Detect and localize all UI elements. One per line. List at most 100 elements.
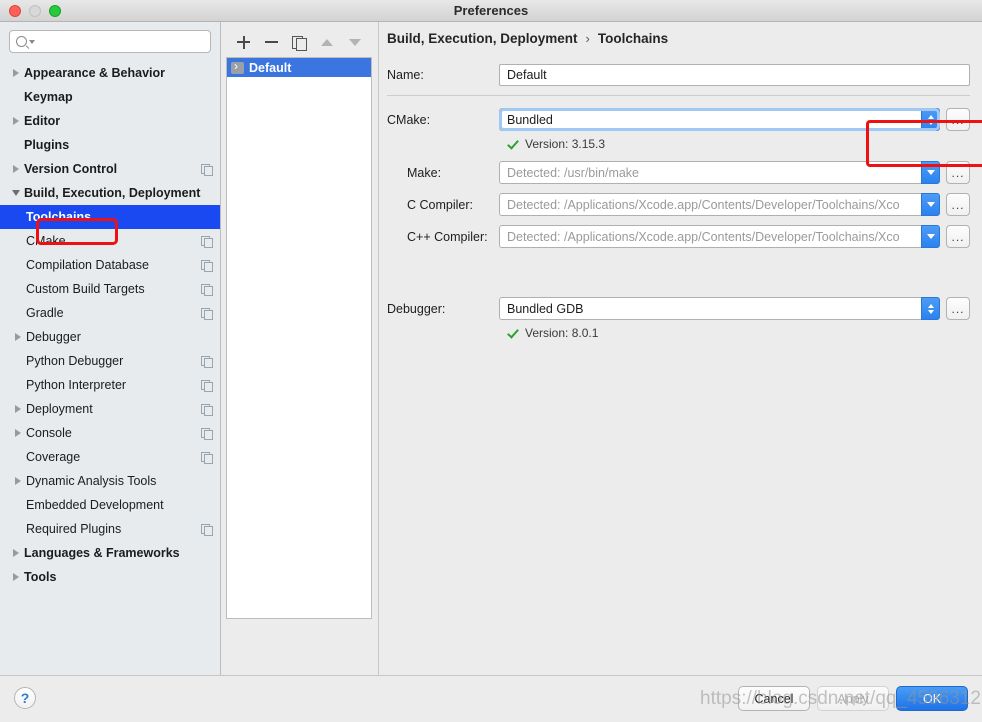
cmake-browse-button[interactable]: ... bbox=[946, 108, 970, 131]
name-row: Name: Default bbox=[387, 64, 970, 86]
apply-button[interactable]: Apply bbox=[817, 686, 889, 711]
cmake-spinner-button[interactable] bbox=[921, 108, 940, 131]
debugger-browse-button[interactable]: ... bbox=[946, 297, 970, 320]
make-browse-button[interactable]: ... bbox=[946, 161, 970, 184]
cmake-value[interactable]: Bundled bbox=[499, 108, 921, 131]
dialog-body: Appearance & Behavior Keymap Editor Plugins… bbox=[0, 22, 982, 675]
chevron-down-icon[interactable] bbox=[8, 190, 24, 196]
chevron-right-icon[interactable] bbox=[8, 69, 24, 77]
sidebar-item-build-execution-deployment[interactable]: Build, Execution, Deployment bbox=[0, 181, 220, 205]
chevron-right-icon[interactable] bbox=[10, 405, 26, 413]
help-button[interactable]: ? bbox=[14, 687, 36, 709]
breadcrumb-root[interactable]: Build, Execution, Deployment bbox=[387, 31, 578, 46]
chevron-right-icon[interactable] bbox=[8, 573, 24, 581]
copy-settings-icon bbox=[201, 307, 213, 320]
sidebar-item-gradle[interactable]: Gradle bbox=[0, 301, 220, 325]
debugger-spinner-button[interactable] bbox=[921, 297, 940, 320]
toolchain-toolbar bbox=[226, 30, 378, 54]
window-title: Preferences bbox=[453, 3, 529, 18]
list-item[interactable]: Default bbox=[227, 58, 371, 77]
chevron-down-icon bbox=[927, 120, 934, 125]
copy-settings-icon bbox=[201, 427, 213, 440]
sidebar-item-plugins[interactable]: Plugins bbox=[0, 133, 220, 157]
search-input[interactable] bbox=[39, 33, 204, 50]
sidebar-item-label: Appearance & Behavior bbox=[24, 66, 166, 80]
debugger-row: Debugger: Bundled GDB ... bbox=[387, 297, 970, 320]
cpp-compiler-combo[interactable]: Detected: /Applications/Xcode.app/Conten… bbox=[499, 225, 940, 248]
sidebar-item-debugger[interactable]: Debugger bbox=[0, 325, 220, 349]
sidebar-item-appearance-behavior[interactable]: Appearance & Behavior bbox=[0, 61, 220, 85]
sidebar-item-editor[interactable]: Editor bbox=[0, 109, 220, 133]
sidebar-item-label: Gradle bbox=[26, 306, 64, 320]
copy-settings-icon bbox=[201, 355, 213, 368]
chevron-right-icon[interactable] bbox=[10, 477, 26, 485]
sidebar-item-label: Toolchains bbox=[26, 210, 92, 224]
zoom-button[interactable] bbox=[49, 4, 61, 17]
sidebar-item-label: Console bbox=[26, 426, 72, 440]
search-box[interactable] bbox=[9, 30, 211, 53]
sidebar-item-languages-frameworks[interactable]: Languages & Frameworks bbox=[0, 541, 220, 565]
chevron-down-icon bbox=[926, 170, 935, 175]
sidebar-item-compilation-database[interactable]: Compilation Database bbox=[0, 253, 220, 277]
sidebar-item-version-control[interactable]: Version Control bbox=[0, 157, 220, 181]
chevron-right-icon[interactable] bbox=[10, 429, 26, 437]
close-button[interactable] bbox=[9, 4, 21, 17]
chevron-down-icon bbox=[926, 202, 935, 207]
cancel-button[interactable]: Cancel bbox=[738, 686, 810, 711]
chevron-right-icon[interactable] bbox=[8, 165, 24, 173]
ok-button[interactable]: OK bbox=[896, 686, 968, 711]
name-input[interactable]: Default bbox=[499, 64, 970, 86]
sidebar-item-label: Python Interpreter bbox=[26, 378, 127, 392]
chevron-right-icon[interactable] bbox=[8, 117, 24, 125]
cmake-combo[interactable]: Bundled bbox=[499, 108, 940, 131]
remove-toolchain-button[interactable] bbox=[264, 35, 279, 50]
c-compiler-browse-button[interactable]: ... bbox=[946, 193, 970, 216]
copy-settings-icon bbox=[201, 379, 213, 392]
sidebar-item-coverage[interactable]: Coverage bbox=[0, 445, 220, 469]
chevron-down-icon bbox=[926, 234, 935, 239]
minimize-button[interactable] bbox=[29, 4, 41, 17]
make-combo[interactable]: Detected: /usr/bin/make bbox=[499, 161, 940, 184]
sidebar-item-label: CMake bbox=[26, 234, 66, 248]
cpp-compiler-value[interactable]: Detected: /Applications/Xcode.app/Conten… bbox=[499, 225, 921, 248]
move-down-button bbox=[348, 35, 363, 50]
sidebar-item-keymap[interactable]: Keymap bbox=[0, 85, 220, 109]
toolchain-list[interactable]: Default bbox=[226, 57, 372, 619]
c-compiler-dropdown-button[interactable] bbox=[921, 193, 940, 216]
cpp-compiler-browse-button[interactable]: ... bbox=[946, 225, 970, 248]
sidebar-item-deployment[interactable]: Deployment bbox=[0, 397, 220, 421]
chevron-down-icon[interactable] bbox=[29, 39, 35, 44]
cpp-compiler-dropdown-button[interactable] bbox=[921, 225, 940, 248]
sidebar-item-label: Embedded Development bbox=[26, 498, 164, 512]
sidebar-item-custom-build-targets[interactable]: Custom Build Targets bbox=[0, 277, 220, 301]
sidebar-item-required-plugins[interactable]: Required Plugins bbox=[0, 517, 220, 541]
sidebar-item-python-debugger[interactable]: Python Debugger bbox=[0, 349, 220, 373]
debugger-label: Debugger: bbox=[387, 301, 446, 316]
sidebar-item-embedded-development[interactable]: Embedded Development bbox=[0, 493, 220, 517]
toolchain-list-panel: Default bbox=[221, 22, 379, 675]
copy-settings-icon bbox=[201, 283, 213, 296]
copy-settings-icon bbox=[201, 235, 213, 248]
sidebar-item-tools[interactable]: Tools bbox=[0, 565, 220, 589]
duplicate-toolchain-button[interactable] bbox=[292, 35, 307, 51]
sidebar-item-toolchains[interactable]: Toolchains bbox=[0, 205, 220, 229]
make-row: Make: Detected: /usr/bin/make ... bbox=[387, 161, 970, 184]
c-compiler-value[interactable]: Detected: /Applications/Xcode.app/Conten… bbox=[499, 193, 921, 216]
sidebar-item-python-interpreter[interactable]: Python Interpreter bbox=[0, 373, 220, 397]
sidebar-item-label: Build, Execution, Deployment bbox=[24, 186, 201, 200]
debugger-combo[interactable]: Bundled GDB bbox=[499, 297, 940, 320]
copy-settings-icon bbox=[201, 523, 213, 536]
debugger-value[interactable]: Bundled GDB bbox=[499, 297, 921, 320]
sidebar-item-label: Keymap bbox=[24, 90, 73, 104]
make-value[interactable]: Detected: /usr/bin/make bbox=[499, 161, 921, 184]
sidebar-item-console[interactable]: Console bbox=[0, 421, 220, 445]
copy-settings-icon bbox=[201, 451, 213, 464]
chevron-right-icon[interactable] bbox=[8, 549, 24, 557]
make-dropdown-button[interactable] bbox=[921, 161, 940, 184]
chevron-right-icon[interactable] bbox=[10, 333, 26, 341]
sidebar-item-dynamic-analysis-tools[interactable]: Dynamic Analysis Tools bbox=[0, 469, 220, 493]
c-compiler-combo[interactable]: Detected: /Applications/Xcode.app/Conten… bbox=[499, 193, 940, 216]
cmake-version-row: Version: 3.15.3 bbox=[507, 137, 970, 151]
add-toolchain-button[interactable] bbox=[236, 35, 251, 50]
sidebar-item-cmake[interactable]: CMake bbox=[0, 229, 220, 253]
